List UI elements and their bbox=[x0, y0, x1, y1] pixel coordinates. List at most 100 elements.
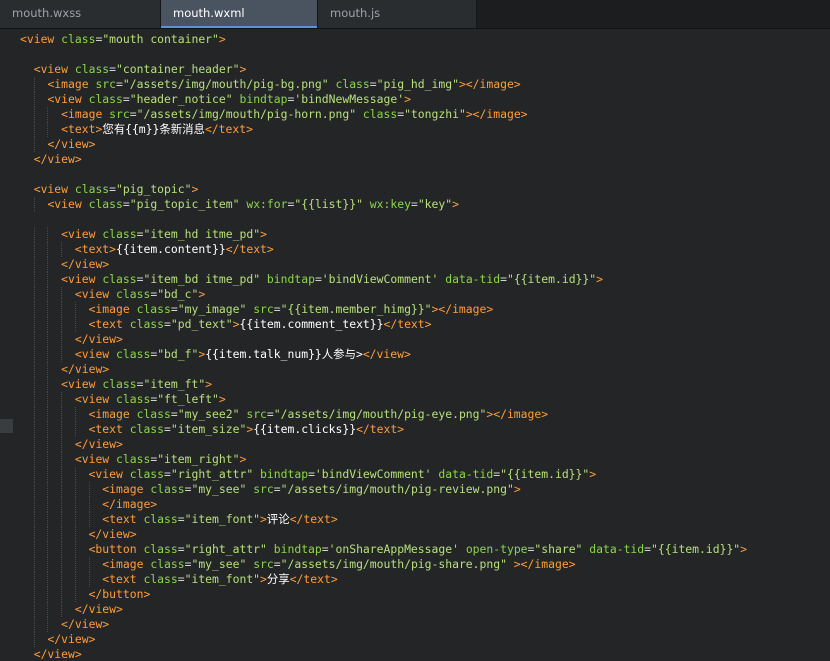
tag-token: <view bbox=[61, 227, 96, 241]
attribute-token: open-type bbox=[465, 542, 528, 556]
attribute-token: class bbox=[362, 107, 398, 121]
indent-guide bbox=[88, 512, 90, 527]
tag-token: <image bbox=[88, 407, 130, 421]
code-line: <view class="item_hd itme_pd"> bbox=[20, 227, 747, 242]
code-line: <view class="mouth container"> bbox=[20, 32, 747, 47]
tag-token: <view bbox=[74, 347, 110, 361]
attribute-token: class bbox=[88, 92, 123, 106]
tag-token: > bbox=[260, 512, 267, 526]
equals-token: = bbox=[164, 317, 171, 331]
indent-guide bbox=[74, 497, 76, 512]
tag-token: > bbox=[589, 467, 597, 481]
code-line: <text class="item_font">评论</text> bbox=[20, 512, 747, 527]
equals-token: = bbox=[273, 302, 281, 316]
attribute-token: class bbox=[150, 482, 185, 496]
tab-bar: mouth.wxss mouth.wxml mouth.js bbox=[0, 0, 830, 29]
attribute-token: data-tid bbox=[589, 542, 645, 556]
indent-guide bbox=[33, 77, 35, 92]
attribute-token: class bbox=[116, 452, 151, 466]
tag-token: </view> bbox=[33, 647, 82, 661]
attribute-token: data-tid bbox=[445, 272, 501, 286]
equals-token: = bbox=[109, 182, 117, 196]
tag-token: </view> bbox=[362, 347, 411, 361]
tag-token: ></image> bbox=[486, 407, 549, 421]
string-token: "item_size" bbox=[170, 422, 247, 436]
indent-guide bbox=[47, 377, 49, 392]
indent-guide bbox=[61, 542, 63, 557]
indent-guide bbox=[47, 422, 49, 437]
indent-guide bbox=[33, 122, 35, 137]
attribute-token: class bbox=[136, 302, 171, 316]
tag-token: <text bbox=[88, 317, 123, 331]
equals-token: = bbox=[314, 272, 322, 286]
string-token: 'bindViewComment' bbox=[314, 467, 432, 481]
indent-guide bbox=[61, 287, 63, 302]
attribute-token: class bbox=[61, 32, 96, 46]
code-line: </view> bbox=[20, 332, 747, 347]
tag-token: </button> bbox=[88, 587, 151, 601]
equals-token: = bbox=[129, 107, 137, 121]
indent-guide bbox=[33, 512, 35, 527]
equals-token: = bbox=[369, 77, 377, 91]
code-editor[interactable]: <view class="mouth container"> <view cla… bbox=[0, 29, 830, 661]
indent-guide bbox=[61, 572, 63, 587]
tag-token: > bbox=[513, 482, 521, 496]
attribute-token: class bbox=[74, 182, 110, 196]
indent-guide bbox=[47, 107, 49, 122]
indent-guide bbox=[33, 527, 35, 542]
indent-guide bbox=[33, 92, 35, 107]
code-line: </view> bbox=[20, 632, 747, 647]
indent-guide bbox=[33, 317, 35, 332]
tag-token: > bbox=[452, 197, 459, 211]
tag-token: > bbox=[191, 182, 199, 196]
code-line: <image class="my_image" src="{{item.memb… bbox=[20, 302, 747, 317]
indent-guide bbox=[33, 407, 35, 422]
indent-guide bbox=[33, 452, 35, 467]
attribute-token: wx:key bbox=[369, 197, 411, 211]
indent-guide bbox=[61, 332, 63, 347]
tag-token: > bbox=[239, 62, 247, 76]
indent-guide bbox=[88, 557, 90, 572]
indent-guide bbox=[33, 257, 35, 272]
tag-token: <view bbox=[88, 467, 123, 481]
indent-guide bbox=[61, 497, 63, 512]
attribute-token: class bbox=[74, 62, 110, 76]
indent-guide bbox=[47, 467, 49, 482]
string-token: "/assets/img/mouth/pig-horn.png" bbox=[136, 107, 357, 121]
tag-token: <text> bbox=[61, 122, 103, 136]
tab-mouth-wxss[interactable]: mouth.wxss bbox=[0, 0, 161, 28]
indent-guide bbox=[33, 632, 35, 647]
tag-token: <text bbox=[102, 512, 137, 526]
indent-guide bbox=[33, 347, 35, 362]
tag-token: > bbox=[198, 287, 206, 301]
code-line: </view> bbox=[20, 137, 747, 152]
indent-guide bbox=[33, 197, 35, 212]
string-token: "my_see2" bbox=[177, 407, 240, 421]
attribute-token: data-tid bbox=[438, 467, 494, 481]
attribute-token: bindtap bbox=[260, 467, 309, 481]
indent-guide bbox=[61, 407, 63, 422]
tag-token: <image bbox=[88, 302, 130, 316]
indent-guide bbox=[33, 392, 35, 407]
equals-token: = bbox=[164, 467, 171, 481]
equals-token: = bbox=[122, 197, 130, 211]
indent-guide bbox=[33, 572, 35, 587]
tab-mouth-js[interactable]: mouth.js bbox=[318, 0, 477, 28]
string-token: "item_hd itme_pd" bbox=[143, 227, 261, 241]
string-token: 'bindNewMessage' bbox=[294, 92, 405, 106]
indent-guide bbox=[33, 302, 35, 317]
code-line: <image src="/assets/img/mouth/pig-bg.png… bbox=[20, 77, 747, 92]
tab-mouth-wxml[interactable]: mouth.wxml bbox=[161, 0, 318, 28]
indent-guide bbox=[61, 587, 63, 602]
tag-token: <text bbox=[102, 572, 137, 586]
string-token: "container_header" bbox=[116, 62, 240, 76]
code-line: <text class="item_font">分享</text> bbox=[20, 572, 747, 587]
attribute-token: class bbox=[129, 467, 165, 481]
